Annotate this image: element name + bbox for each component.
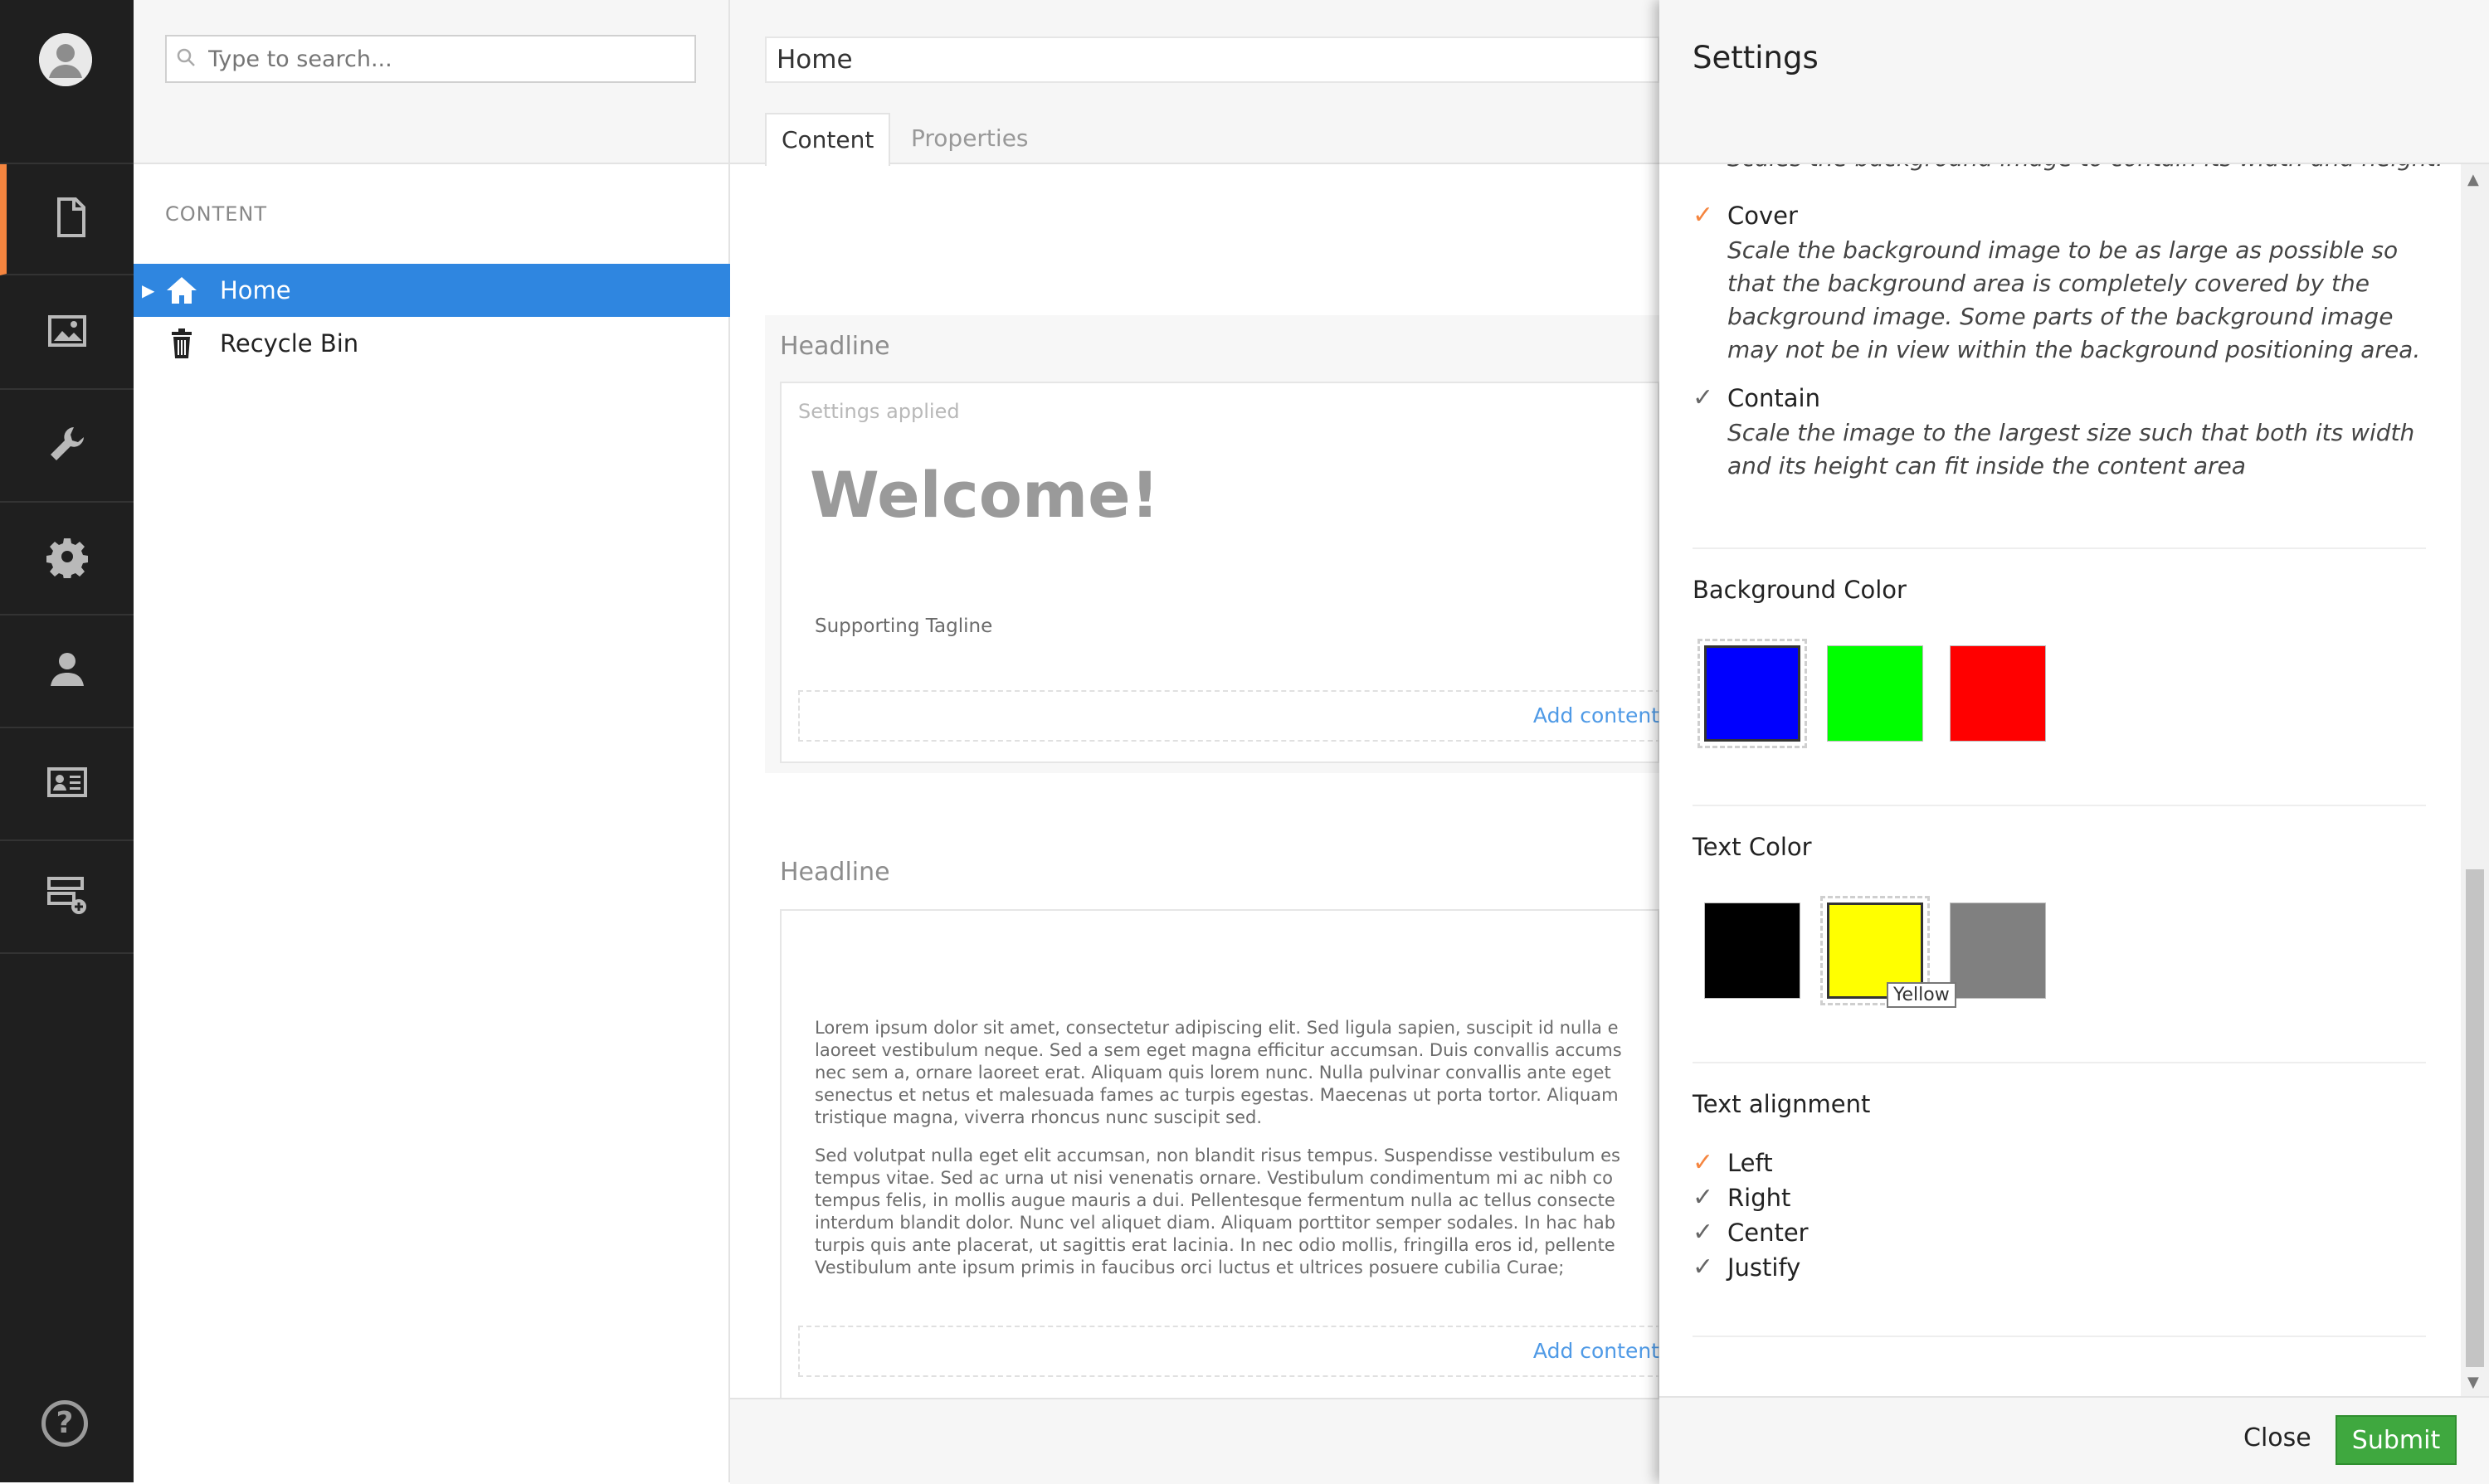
tree-node-home[interactable]: ▶ Home: [134, 264, 730, 317]
swatch-fill: [1950, 645, 2046, 742]
help-icon[interactable]: ?: [41, 1400, 88, 1447]
gear-icon: [46, 535, 89, 581]
node-name-input[interactable]: Home: [765, 36, 1659, 83]
background-color-label: Background Color: [1693, 576, 1907, 604]
divider: [1693, 805, 2426, 806]
block-card[interactable]: Settings applied Welcome! Supporting Tag…: [780, 382, 1661, 763]
swatch-fill: [1827, 645, 1923, 742]
checkmark-icon: ✓: [1693, 1183, 1714, 1212]
tree-node-label: Home: [220, 276, 291, 304]
search-input[interactable]: [207, 45, 675, 73]
option-description: Scale the image to the largest size such…: [1727, 419, 2415, 479]
welcome-title: Welcome!: [810, 458, 1160, 532]
settings-panel: Settings Scales the background image to …: [1659, 0, 2489, 1484]
add-content-button[interactable]: Add content: [798, 690, 1661, 742]
body-paragraph: Sed volutpat nulla eget elit accumsan, n…: [815, 1146, 1620, 1277]
swatch-fill: [1704, 903, 1800, 999]
text-color-label: Text Color: [1693, 833, 1812, 861]
option-label: Justify: [1727, 1253, 1801, 1282]
form-add-icon: [46, 873, 89, 920]
block-card[interactable]: Lorem ipsum dolor sit amet, consectetur …: [780, 909, 1661, 1407]
wrench-icon: [46, 422, 89, 469]
editor-footer: [730, 1398, 1659, 1484]
nav-settings-tools[interactable]: [0, 390, 134, 503]
option-title: Cover: [1727, 202, 1798, 230]
settings-header: Settings: [1659, 0, 2489, 164]
option-description: Scale the background image to be as larg…: [1727, 236, 2421, 363]
editor-header: Home Content Properties: [730, 0, 1659, 166]
nav-forms[interactable]: [0, 841, 134, 954]
option-label: Right: [1727, 1184, 1791, 1212]
checkmark-icon: ✓: [1693, 1253, 1714, 1282]
nav-rail: ?: [0, 0, 134, 1482]
add-content-button[interactable]: Add content: [798, 1326, 1661, 1377]
swatch-fill: [1950, 903, 2046, 999]
body-paragraph: Lorem ipsum dolor sit amet, consectetur …: [815, 1018, 1622, 1127]
scrollbar-thumb[interactable]: [2466, 869, 2484, 1367]
trash-icon: [165, 327, 198, 360]
close-button[interactable]: Close: [2238, 1423, 2316, 1453]
option-label: Left: [1727, 1149, 1773, 1177]
grid-block: Headline Settings applied Welcome! Suppo…: [765, 315, 1661, 773]
scroll-down-arrow-icon[interactable]: ▼: [2467, 1374, 2479, 1391]
swatch-tooltip: Yellow: [1887, 982, 1956, 1008]
text-color-swatch-black[interactable]: [1697, 896, 1807, 1005]
supporting-tagline: Supporting Tagline: [815, 615, 993, 637]
nav-settings[interactable]: [0, 503, 134, 615]
divider: [1693, 1062, 2426, 1063]
nav-content[interactable]: [0, 164, 134, 275]
bg-color-swatch-blue[interactable]: [1697, 639, 1807, 748]
nav-users[interactable]: [0, 615, 134, 728]
divider: [1693, 1336, 2426, 1337]
text-color-swatch-gray[interactable]: [1943, 896, 2053, 1005]
checkmark-icon: ✓: [1693, 383, 1714, 412]
tree-node-label: Recycle Bin: [220, 329, 359, 358]
tree-header: [134, 0, 728, 164]
settings-body: Scales the background image to contain i…: [1659, 164, 2464, 1396]
submit-button[interactable]: Submit: [2336, 1415, 2457, 1465]
checkmark-icon: ✓: [1693, 201, 1714, 230]
user-icon: [46, 648, 89, 694]
tree-node-recycle-bin[interactable]: ▶ Recycle Bin: [134, 317, 730, 370]
nav-members[interactable]: [0, 728, 134, 841]
expand-caret-icon[interactable]: ▶: [142, 280, 154, 300]
nav-media[interactable]: [0, 277, 134, 390]
option-label: Center: [1727, 1219, 1809, 1247]
tree-section-label: CONTENT: [165, 202, 268, 226]
divider: [1693, 547, 2426, 549]
search-icon: [167, 46, 207, 71]
tab-properties[interactable]: Properties: [896, 113, 1044, 164]
bg-color-swatch-red[interactable]: [1943, 639, 2053, 748]
document-icon: [49, 196, 92, 242]
home-icon: [165, 274, 198, 307]
block-headline: Headline: [780, 332, 890, 361]
contact-card-icon: [46, 761, 89, 807]
settings-title: Settings: [1693, 40, 1819, 75]
settings-scrollbar[interactable]: ▲ ▼: [2461, 164, 2489, 1396]
avatar[interactable]: [39, 33, 92, 86]
swatch-fill: [1704, 645, 1800, 742]
text-alignment-label: Text alignment: [1693, 1090, 1871, 1118]
grid-block: Headline Lorem ipsum dolor sit amet, con…: [765, 838, 1661, 1407]
option-title: Contain: [1727, 384, 1820, 412]
bg-color-swatch-green[interactable]: [1820, 639, 1930, 748]
settings-applied-note: Settings applied: [798, 400, 960, 423]
settings-footer: Close Submit: [1659, 1396, 2489, 1484]
search-box[interactable]: [165, 35, 696, 83]
size-option-description: Scales the background image to contain i…: [1727, 164, 2443, 172]
checkmark-icon: ✓: [1693, 1218, 1714, 1247]
scroll-up-arrow-icon[interactable]: ▲: [2467, 171, 2479, 188]
content-editor: Home Content Properties Headline Setting…: [730, 0, 1661, 1484]
block-headline: Headline: [780, 858, 890, 887]
checkmark-icon: ✓: [1693, 1148, 1714, 1177]
image-icon: [46, 309, 89, 356]
content-tree-panel: CONTENT ▶ Home ▶ Recycle Bin: [134, 0, 730, 1482]
tab-content[interactable]: Content: [765, 113, 891, 166]
